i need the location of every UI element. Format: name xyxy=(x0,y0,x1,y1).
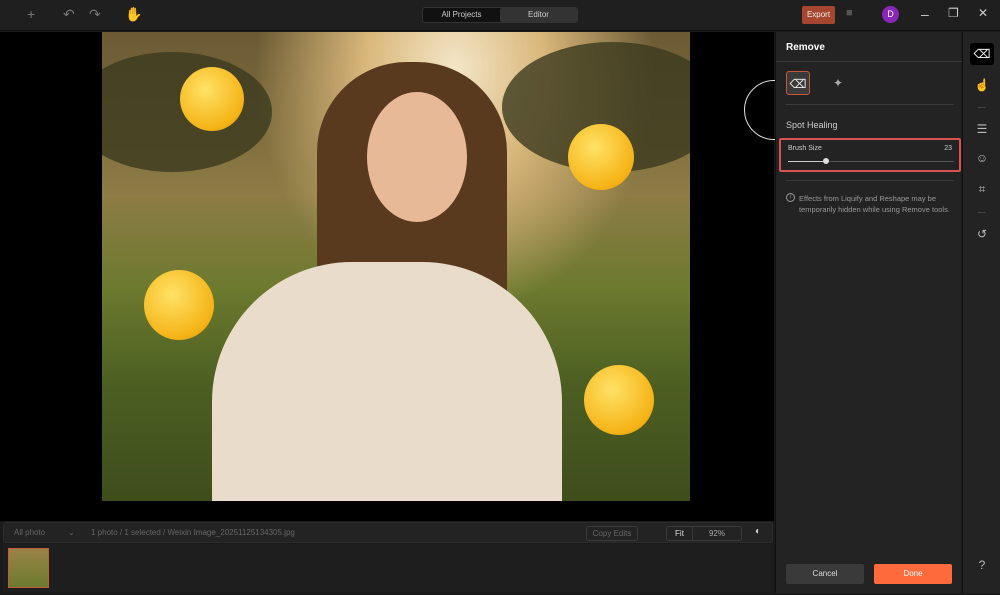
zoom-select[interactable]: 92% xyxy=(693,527,741,540)
brush-size-value: 23 xyxy=(944,145,952,152)
remove-tool-icon[interactable]: ⌫ xyxy=(970,43,994,65)
tab-all-projects[interactable]: All Projects xyxy=(423,8,500,22)
photo xyxy=(102,32,690,501)
chevron-down-icon[interactable]: ⌄ xyxy=(68,528,75,537)
history-icon[interactable]: ↺ xyxy=(970,223,994,245)
redo-icon[interactable]: ↷ xyxy=(89,6,101,23)
minimize-button[interactable]: – xyxy=(921,6,929,22)
selection-info: 1 photo / 1 selected / Weixin Image_2025… xyxy=(91,528,295,537)
brush-size-control: Brush Size 23 xyxy=(779,138,961,172)
brush-size-slider[interactable] xyxy=(788,161,954,162)
emoji-heart-eyes xyxy=(144,270,214,340)
image-canvas[interactable] xyxy=(0,32,774,521)
share-icon[interactable]: ■ xyxy=(846,7,853,19)
close-button[interactable]: ✕ xyxy=(978,6,988,20)
maximize-button[interactable]: ❐ xyxy=(948,6,959,20)
photo-thumbnail[interactable] xyxy=(8,548,49,588)
avatar[interactable]: D xyxy=(882,6,899,23)
undo-icon[interactable]: ↶ xyxy=(63,6,75,23)
title-bar: + ↶ ↷ ✋ All Projects Editor Export ■ D –… xyxy=(0,0,1000,31)
photo-filter-select[interactable]: All photo xyxy=(14,528,45,537)
done-button[interactable]: Done xyxy=(874,564,952,584)
help-icon[interactable]: ? xyxy=(970,554,994,576)
copy-edits-button[interactable]: Copy Edits xyxy=(586,526,638,541)
view-switch: All Projects Editor xyxy=(422,7,578,23)
eraser-tool-button[interactable]: ⌫ xyxy=(786,71,810,95)
liquify-icon[interactable]: ☝ xyxy=(970,74,994,96)
zoom-control: Fit 92% xyxy=(666,526,742,541)
adjustments-icon[interactable]: ☰ xyxy=(970,118,994,140)
brush-size-label: Brush Size xyxy=(788,145,822,152)
add-icon[interactable]: + xyxy=(27,6,35,22)
emoji-smiling xyxy=(584,365,654,435)
remove-panel: Remove ⌫ ✦ Spot Healing Brush Size 23 !E… xyxy=(775,32,961,593)
cancel-button[interactable]: Cancel xyxy=(786,564,864,584)
fit-button[interactable]: Fit xyxy=(667,527,693,540)
tool-rail: ⌫ ☝ ☰ ☺ ⌗ ↺ ? xyxy=(962,32,1000,593)
emoji-hand-over-mouth xyxy=(180,67,244,131)
magic-eraser-tool-button[interactable]: ✦ xyxy=(826,71,850,95)
crop-icon[interactable]: ⌗ xyxy=(970,178,994,200)
panel-title: Remove xyxy=(786,42,825,53)
hand-tool-icon[interactable]: ✋ xyxy=(125,6,142,23)
tab-editor[interactable]: Editor xyxy=(500,8,577,22)
info-note: !Effects from Liquify and Reshape may be… xyxy=(786,193,956,215)
info-icon: ! xyxy=(786,193,795,202)
slider-handle[interactable] xyxy=(823,158,829,164)
export-button[interactable]: Export xyxy=(802,6,835,24)
photo-info-bar: All photo ⌄ 1 photo / 1 selected / Weixi… xyxy=(3,522,773,543)
face-reshape-icon[interactable]: ☺ xyxy=(970,147,994,169)
emoji-star-struck xyxy=(568,124,634,190)
filmstrip xyxy=(3,544,773,592)
compare-icon[interactable]: ◐ xyxy=(755,526,761,537)
spot-healing-label: Spot Healing xyxy=(786,120,838,130)
